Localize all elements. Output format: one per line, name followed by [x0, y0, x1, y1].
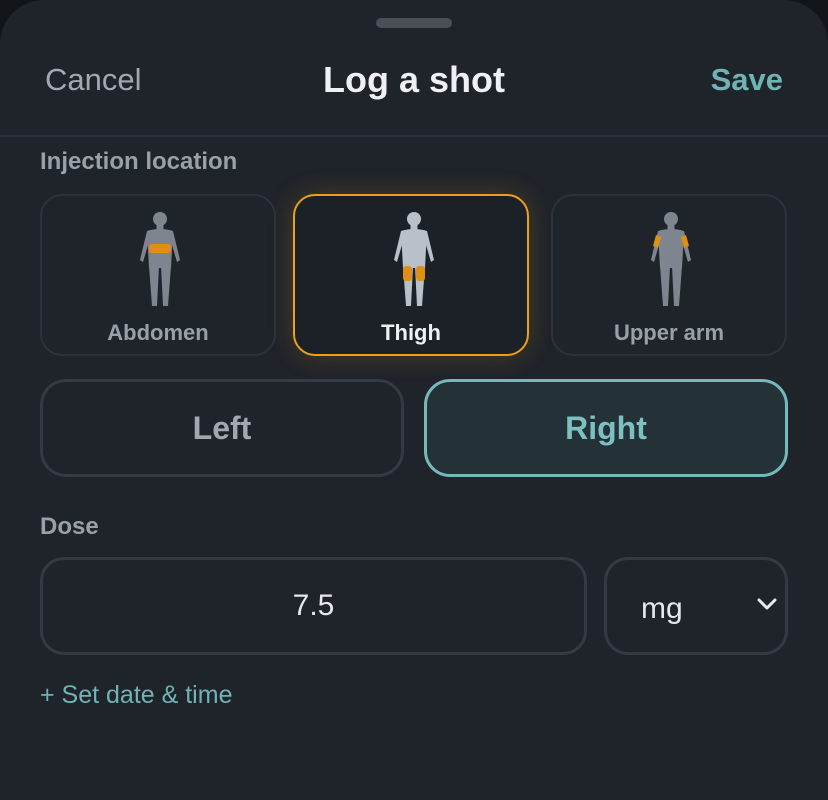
location-option-thigh[interactable]: Thigh [293, 194, 529, 356]
dose-input[interactable]: 7.5 [40, 557, 587, 655]
location-label-upper-arm: Upper arm [613, 320, 725, 345]
injection-location-label: Injection location [40, 148, 238, 175]
abdomen-body-icon [140, 212, 180, 306]
side-right-button[interactable]: Right [424, 379, 788, 477]
location-label-thigh: Thigh [381, 320, 441, 345]
location-label-abdomen: Abdomen [107, 320, 209, 345]
set-date-time-link[interactable]: + Set date & time [40, 681, 232, 710]
sheet-header: Cancel Log a shot Save [0, 38, 828, 120]
location-option-upper-arm[interactable]: Upper arm [551, 194, 787, 356]
thigh-body-icon [394, 212, 434, 306]
header-divider [0, 135, 828, 137]
save-button[interactable]: Save [711, 62, 783, 98]
upper-arm-body-icon [651, 212, 691, 306]
bottom-sheet: Cancel Log a shot Save Injection locatio… [0, 0, 828, 800]
dose-unit-value: mg [641, 592, 683, 625]
location-option-abdomen[interactable]: Abdomen [40, 194, 276, 356]
side-left-button[interactable]: Left [40, 379, 404, 477]
page-title: Log a shot [323, 59, 505, 100]
sheet-grabber[interactable] [376, 18, 452, 28]
chevron-down-icon [757, 598, 777, 610]
dose-unit-select[interactable]: mg [604, 557, 788, 655]
dose-label: Dose [40, 513, 99, 540]
